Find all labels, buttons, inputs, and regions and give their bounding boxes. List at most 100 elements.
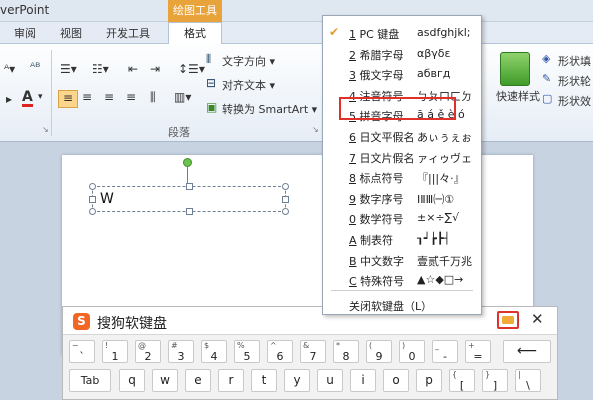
key[interactable]: & 7 — [300, 340, 326, 363]
key[interactable]: ~ ` — [69, 340, 95, 363]
shape-fill-button[interactable]: 形状填 — [558, 53, 591, 69]
key-shift-label: $ — [204, 341, 210, 350]
menu-item[interactable]: A 制表符 ┒┙┢┣┤ — [323, 228, 481, 250]
key-shift-label: { — [452, 370, 458, 379]
key[interactable]: {[ — [449, 369, 475, 392]
menu-item-sample: あぃぅぇぉ — [417, 131, 472, 144]
key[interactable]: | \ — [515, 369, 541, 392]
menu-item-sample: ァィゥヴェ — [417, 151, 472, 165]
key-label: = — [473, 350, 483, 363]
key[interactable]: ! 1 — [102, 340, 128, 363]
key[interactable]: t — [251, 369, 277, 392]
resize-handle-bl[interactable] — [89, 208, 96, 215]
key[interactable]: $4 — [201, 340, 227, 363]
key[interactable]: * 8 — [333, 340, 359, 363]
dialog-launcher-icon[interactable]: ↘ — [312, 125, 319, 134]
key[interactable]: p — [416, 369, 442, 392]
keyboard-menu-icon[interactable] — [497, 311, 519, 329]
key[interactable]: ^ 6 — [267, 340, 293, 363]
resize-handle-l[interactable] — [89, 196, 96, 203]
quick-styles-button[interactable]: 快速样式 — [496, 88, 540, 104]
convert-smartart-button[interactable]: 转换为 SmartArt ▾ — [222, 101, 317, 117]
key[interactable]: r — [218, 369, 244, 392]
key-label: 3 — [177, 350, 185, 363]
justify-icon[interactable]: ≡ — [126, 90, 136, 104]
text-box-content[interactable]: W — [100, 191, 114, 207]
menu-item[interactable]: 9 数字序号 ⅠⅡⅢ㈠① — [323, 187, 481, 209]
rotate-handle-line — [187, 167, 188, 183]
rotate-handle[interactable] — [183, 158, 192, 167]
text-box[interactable]: W — [89, 183, 289, 215]
align-right-icon[interactable]: ≡ — [104, 90, 114, 104]
key[interactable]: o — [383, 369, 409, 392]
key-label: ] — [492, 379, 498, 392]
resize-handle-br[interactable] — [282, 208, 289, 215]
align-text-button[interactable]: 对齐文本 ▾ — [222, 77, 275, 93]
key-shift-label: ! — [105, 341, 109, 350]
key-label: 0 — [408, 350, 416, 363]
text-direction-icon: ⫴ — [206, 52, 212, 66]
text-direction-button[interactable]: 文字方向 ▾ — [222, 53, 275, 69]
menu-item[interactable]: 3 俄文字母 абвгд — [323, 63, 481, 85]
tab-view[interactable]: 视图 — [60, 25, 82, 41]
key-shift-label: _ — [435, 341, 439, 350]
bullets-icon[interactable]: ☰▾ — [60, 62, 77, 76]
resize-handle-tl[interactable] — [89, 183, 96, 190]
ribbon: ᴬ▾ ᴬᴮ ▸ A ▾ ☰▾ ☷▾ ⇤ ⇥ ↕☰▾ ≡ ≡ ≡ ≡ ⫼ ▥▾ ⫴… — [0, 44, 593, 142]
resize-handle-t[interactable] — [186, 183, 193, 190]
resize-handle-tr[interactable] — [282, 183, 289, 190]
align-center-icon[interactable]: ≡ — [82, 90, 92, 104]
key[interactable]: }] — [482, 369, 508, 392]
font-color-dropdown-icon[interactable]: ▾ — [38, 92, 43, 102]
numbering-icon[interactable]: ☷▾ — [92, 62, 109, 76]
title-bar: verPoint 绘图工具 — [0, 0, 593, 22]
shape-effects-button[interactable]: 形状效 — [558, 93, 591, 109]
font-size-down-icon[interactable]: ᴬ▾ — [4, 62, 15, 76]
key[interactable]: ) 0 — [399, 340, 425, 363]
menu-item[interactable]: 7 日文片假名 ァィゥヴェ — [323, 146, 481, 168]
font-dialog-launcher-icon[interactable]: ↘ — [42, 125, 49, 134]
key[interactable]: e — [185, 369, 211, 392]
menu-item[interactable]: B 中文数字 壹贰千万兆 — [323, 249, 481, 271]
shape-outline-button[interactable]: 形状轮 — [558, 73, 591, 89]
tab-developer[interactable]: 开发工具 — [106, 25, 150, 41]
key[interactable]: #3 — [168, 340, 194, 363]
key[interactable]: + = — [465, 340, 491, 363]
menu-item-label: 1 PC 键盘 — [349, 28, 400, 41]
menu-item[interactable]: 8 标点符号 『|||々·』 — [323, 166, 481, 188]
close-icon[interactable]: ✕ — [531, 310, 544, 328]
clear-format-icon[interactable]: ᴬᴮ — [30, 60, 40, 74]
key[interactable]: i — [350, 369, 376, 392]
quick-styles-icon[interactable] — [500, 52, 530, 86]
resize-handle-b[interactable] — [186, 208, 193, 215]
decrease-indent-icon[interactable]: ⇤ — [128, 62, 138, 76]
menu-item[interactable]: 6 日文平假名 あぃぅぇぉ — [323, 125, 481, 147]
menu-item[interactable]: C 特殊符号 ▲☆◆□→ — [323, 269, 481, 291]
tab-format[interactable]: 格式 — [168, 22, 222, 44]
key[interactable]: % 5 — [234, 340, 260, 363]
key[interactable]: y — [284, 369, 310, 392]
menu-item-label: 6 日文平假名 — [349, 131, 415, 144]
menu-item[interactable]: 2 希腊字母 αβγδε — [323, 43, 481, 65]
key[interactable]: q — [119, 369, 145, 392]
key[interactable]: w — [152, 369, 178, 392]
font-color-icon[interactable]: A — [22, 90, 33, 107]
close-soft-keyboard-item[interactable]: 关闭软键盘（L） — [323, 294, 481, 316]
align-left-icon[interactable]: ≡ — [58, 90, 78, 108]
line-spacing-icon[interactable]: ↕☰▾ — [178, 62, 205, 76]
tab-key[interactable]: Tab — [69, 369, 111, 392]
key[interactable]: (9 — [366, 340, 392, 363]
distribute-icon[interactable]: ⫼ — [150, 90, 156, 105]
key[interactable]: _ - — [432, 340, 458, 363]
resize-handle-r[interactable] — [282, 196, 289, 203]
font-size-icon[interactable]: ▸ — [6, 92, 12, 106]
key[interactable]: u — [317, 369, 343, 392]
menu-item[interactable]: ✔ 1 PC 键盘 asdfghjkl; — [323, 22, 481, 44]
backspace-key[interactable]: ⟵ — [503, 340, 551, 363]
close-soft-keyboard-label: 关闭软键盘（L） — [349, 300, 433, 313]
menu-item[interactable]: 0 数学符号 ±×÷∑√ — [323, 207, 481, 229]
columns-icon[interactable]: ▥▾ — [174, 90, 191, 104]
key[interactable]: @2 — [135, 340, 161, 363]
increase-indent-icon[interactable]: ⇥ — [150, 62, 160, 76]
tab-review[interactable]: 审阅 — [14, 25, 36, 41]
